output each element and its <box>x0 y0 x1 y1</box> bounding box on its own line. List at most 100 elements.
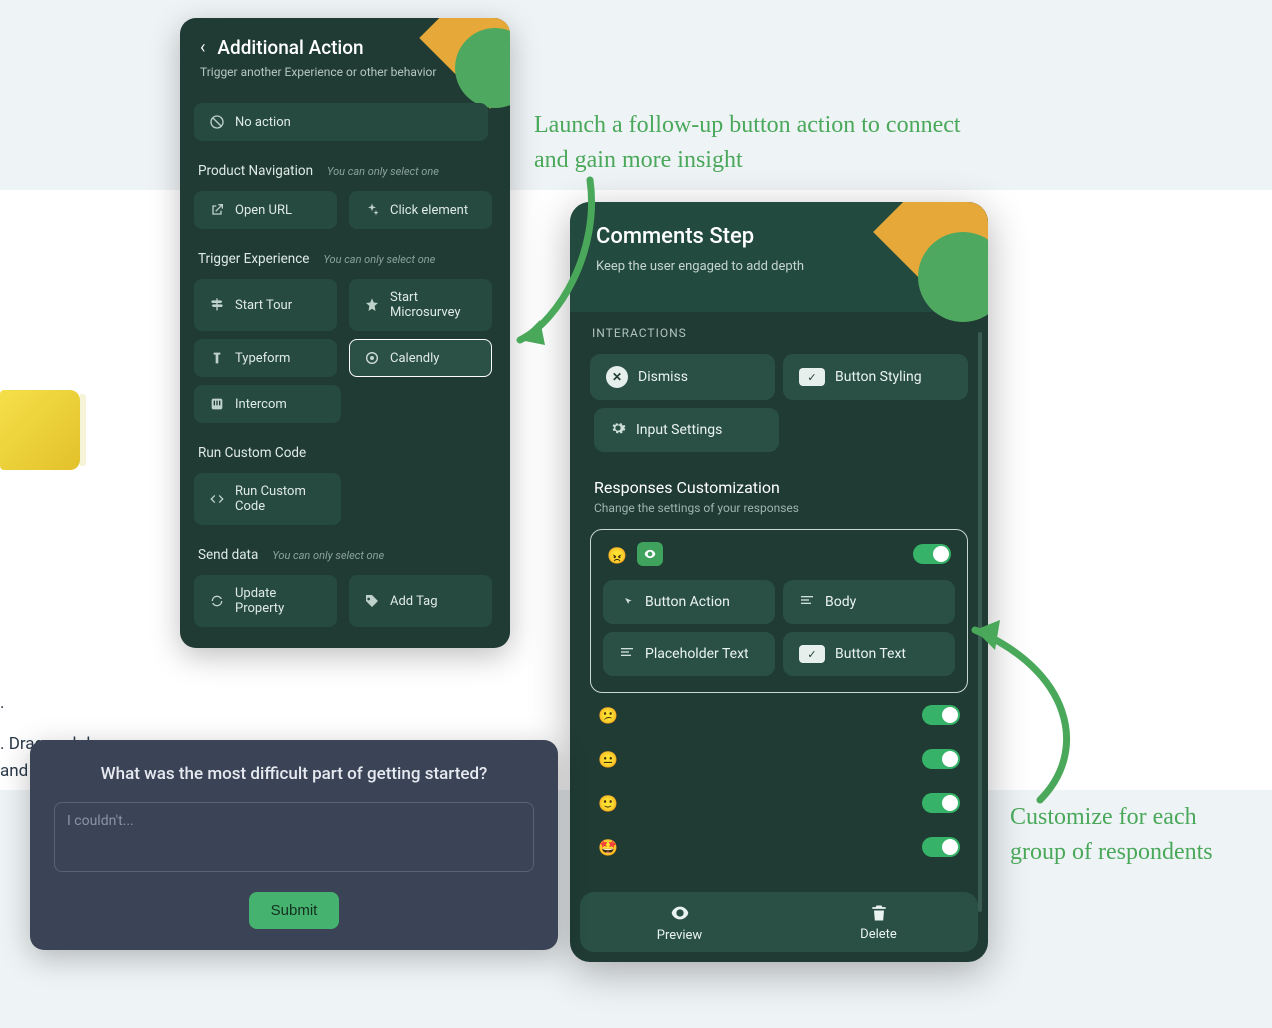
annotation-right: Customize for each group of respondents <box>1010 800 1230 870</box>
no-action-label: No action <box>235 115 291 130</box>
section-trigger-experience: Trigger Experience <box>198 251 309 267</box>
button-action-button[interactable]: Button Action <box>603 580 775 624</box>
back-chevron-icon[interactable]: ‹ <box>200 37 205 58</box>
responses-sub: Change the settings of your responses <box>594 501 964 515</box>
run-custom-code-label: Run Custom Code <box>235 484 326 514</box>
star-icon <box>364 297 380 313</box>
refresh-icon <box>209 593 225 609</box>
survey-widget: What was the most difficult part of gett… <box>30 740 558 950</box>
emoji-neutral: 😐 <box>598 750 618 769</box>
update-property-button[interactable]: Update Property <box>194 575 337 627</box>
preview-button[interactable]: Preview <box>580 892 779 952</box>
book-icon <box>0 390 90 490</box>
section-run-code: Run Custom Code <box>198 445 306 461</box>
run-custom-code-button[interactable]: Run Custom Code <box>194 473 341 525</box>
start-microsurvey-button[interactable]: Start Microsurvey <box>349 279 492 331</box>
delete-button[interactable]: Delete <box>779 892 978 952</box>
response-toggle[interactable] <box>922 705 960 725</box>
comments-step-title: Comments Step <box>596 224 962 249</box>
calendly-button[interactable]: Calendly <box>349 339 492 377</box>
comments-step-panel: Comments Step Keep the user engaged to a… <box>570 202 988 962</box>
placeholder-text-label: Placeholder Text <box>645 646 749 662</box>
section-product-nav: Product Navigation <box>198 163 313 179</box>
response-row[interactable]: 😐 <box>590 737 968 781</box>
sparkle-icon <box>364 202 380 218</box>
input-settings-label: Input Settings <box>636 422 722 438</box>
intercom-icon <box>209 396 225 412</box>
survey-question: What was the most difficult part of gett… <box>54 764 534 784</box>
start-microsurvey-label: Start Microsurvey <box>390 290 477 320</box>
calendly-label: Calendly <box>390 351 439 366</box>
section-hint: You can only select one <box>323 253 435 266</box>
button-action-label: Button Action <box>645 594 730 610</box>
button-styling-button[interactable]: ✓ Button Styling <box>783 354 968 400</box>
section-hint: You can only select one <box>272 549 384 562</box>
ban-icon <box>209 114 225 130</box>
panel-subtitle: Trigger another Experience or other beha… <box>200 65 490 79</box>
close-icon: ✕ <box>606 366 628 388</box>
button-text-button[interactable]: ✓ Button Text <box>783 632 955 676</box>
start-tour-button[interactable]: Start Tour <box>194 279 337 331</box>
gear-icon <box>610 420 626 440</box>
intercom-button[interactable]: Intercom <box>194 385 341 423</box>
input-settings-button[interactable]: Input Settings <box>594 408 779 452</box>
signpost-icon <box>209 297 225 313</box>
annotation-top: Launch a follow-up button action to conn… <box>534 108 984 178</box>
calendly-icon <box>364 350 380 366</box>
button-text-label: Button Text <box>835 646 906 662</box>
emoji-angry: 😠 <box>607 546 627 565</box>
body-button[interactable]: Body <box>783 580 955 624</box>
visibility-chip[interactable] <box>637 542 663 566</box>
update-property-label: Update Property <box>235 586 322 616</box>
code-icon <box>209 491 225 507</box>
response-card-expanded: 😠 Button Action Body <box>590 529 968 693</box>
typeform-label: Typeform <box>235 351 290 366</box>
delete-label: Delete <box>860 927 897 942</box>
section-hint: You can only select one <box>327 165 439 178</box>
cursor-click-icon <box>619 592 635 612</box>
dismiss-label: Dismiss <box>638 369 688 385</box>
response-toggle[interactable] <box>922 837 960 857</box>
click-element-button[interactable]: Click element <box>349 191 492 229</box>
check-badge-icon: ✓ <box>799 645 825 663</box>
text-lines-icon <box>619 644 635 664</box>
additional-action-panel: ‹ Additional Action Trigger another Expe… <box>180 18 510 648</box>
tag-icon <box>364 593 380 609</box>
open-url-button[interactable]: Open URL <box>194 191 337 229</box>
responses-heading: Responses Customization <box>594 478 964 497</box>
submit-button[interactable]: Submit <box>249 892 340 929</box>
emoji-starstruck: 🤩 <box>598 838 618 857</box>
response-toggle[interactable] <box>913 544 951 564</box>
body-label: Body <box>825 594 856 610</box>
external-link-icon <box>209 202 225 218</box>
comments-step-subtitle: Keep the user engaged to add depth <box>596 259 962 274</box>
add-tag-label: Add Tag <box>390 594 438 609</box>
response-row[interactable]: 🤩 <box>590 825 968 869</box>
start-tour-label: Start Tour <box>235 298 292 313</box>
response-row[interactable]: 😕 <box>590 693 968 737</box>
response-toggle[interactable] <box>922 749 960 769</box>
emoji-confused: 😕 <box>598 706 618 725</box>
dismiss-button[interactable]: ✕ Dismiss <box>590 354 775 400</box>
section-send-data: Send data <box>198 547 258 563</box>
emoji-smile: 🙂 <box>598 794 618 813</box>
open-url-label: Open URL <box>235 203 292 218</box>
placeholder-text-button[interactable]: Placeholder Text <box>603 632 775 676</box>
response-toggle[interactable] <box>922 793 960 813</box>
intercom-label: Intercom <box>235 397 287 412</box>
response-row[interactable]: 🙂 <box>590 781 968 825</box>
preview-label: Preview <box>657 928 702 943</box>
add-tag-button[interactable]: Add Tag <box>349 575 492 627</box>
survey-response-input[interactable] <box>54 802 534 872</box>
no-action-button[interactable]: No action <box>194 103 488 141</box>
text-lines-icon <box>799 592 815 612</box>
arrow-top <box>500 170 610 360</box>
typeform-button[interactable]: Typeform <box>194 339 337 377</box>
arrow-right <box>960 610 1090 810</box>
check-badge-icon: ✓ <box>799 368 825 386</box>
footer-bar: Preview Delete <box>580 892 978 952</box>
typeform-icon <box>209 350 225 366</box>
interactions-label: INTERACTIONS <box>592 326 966 340</box>
panel-title: Additional Action <box>217 36 363 59</box>
button-styling-label: Button Styling <box>835 369 922 385</box>
